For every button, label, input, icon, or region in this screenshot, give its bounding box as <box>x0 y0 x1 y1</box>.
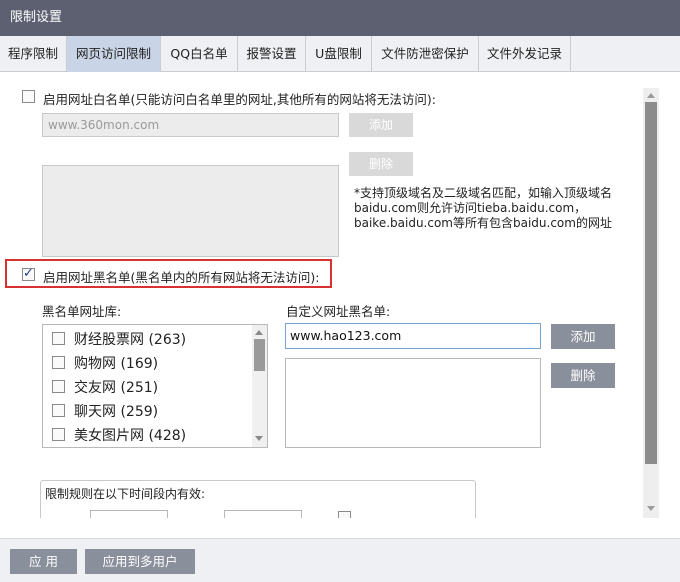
whitelist-delete-button[interactable]: 删除 <box>349 152 413 176</box>
tab-web-access-limit[interactable]: 网页访问限制 <box>67 36 161 72</box>
tab-qq-whitelist[interactable]: QQ白名单 <box>161 36 238 72</box>
apply-button[interactable]: 应 用 <box>10 549 77 574</box>
blacklist-library-list[interactable]: 财经股票网 (263) 购物网 (169) 交友网 (251) 聊天网 (259… <box>42 324 268 448</box>
tab-bar: 程序限制 网页访问限制 QQ白名单 报警设置 U盘限制 文件防泄密保护 文件外发… <box>0 36 680 72</box>
window-title: 限制设置 <box>0 0 680 36</box>
web-access-limit-panel: 启用网址白名单(只能访问白名单里的网址,其他所有的网站将无法访问): www.3… <box>0 72 680 518</box>
whitelist-enable-checkbox[interactable] <box>22 90 35 103</box>
blacklist-enable-checkbox[interactable] <box>22 266 35 281</box>
tab-usb-limit[interactable]: U盘限制 <box>306 36 372 72</box>
list-item-checkbox[interactable] <box>52 404 65 417</box>
list-item-checkbox[interactable] <box>52 380 65 393</box>
start-time-field[interactable] <box>90 510 168 518</box>
list-item-label: 财经股票网 (263) <box>74 332 187 348</box>
library-list-scroll-thumb[interactable] <box>254 339 265 371</box>
tab-alert-settings[interactable]: 报警设置 <box>238 36 306 72</box>
panel-scroll-down-icon[interactable] <box>647 506 655 511</box>
tab-file-leak-protection[interactable]: 文件防泄密保护 <box>372 36 479 72</box>
whitelist-note: *支持顶级域名及二级域名匹配，如输入顶级域名baidu.com则允许访问tieb… <box>354 186 613 230</box>
blacklist-add-button[interactable]: 添加 <box>551 324 615 349</box>
whitelist-add-button[interactable]: 添加 <box>349 113 413 137</box>
scroll-down-icon[interactable] <box>255 436 263 441</box>
list-item-checkbox[interactable] <box>52 356 65 369</box>
custom-blacklist-label: 自定义网址黑名单: <box>286 304 391 319</box>
blacklist-library-label: 黑名单网址库: <box>42 304 122 319</box>
whitelist-url-input[interactable]: www.360mon.com <box>42 113 339 137</box>
list-item-label: 聊天网 (259) <box>74 404 159 420</box>
tab-program-limit[interactable]: 程序限制 <box>0 36 67 72</box>
end-time-field[interactable] <box>224 510 302 518</box>
blacklist-delete-button[interactable]: 删除 <box>551 363 615 388</box>
library-list-scrollbar[interactable] <box>252 325 267 447</box>
panel-scroll-up-icon[interactable] <box>647 93 655 98</box>
whitelist-url-list[interactable] <box>42 165 339 257</box>
list-item-checkbox[interactable] <box>52 428 65 441</box>
blacklist-enable-label: 启用网址黑名单(黑名单内的所有网站将无法访问): <box>43 270 320 285</box>
panel-scrollbar[interactable] <box>643 88 659 518</box>
list-item-label: 美女图片网 (428) <box>74 428 187 444</box>
schedule-label: 限制规则在以下时间段内有效: <box>45 487 206 501</box>
apply-multi-user-button[interactable]: 应用到多用户 <box>85 549 195 574</box>
schedule-option-checkbox[interactable] <box>338 511 351 518</box>
custom-blacklist-list[interactable] <box>285 358 541 448</box>
whitelist-enable-label: 启用网址白名单(只能访问白名单里的网址,其他所有的网站将无法访问): <box>43 92 436 107</box>
scroll-up-icon[interactable] <box>255 330 263 335</box>
list-item-checkbox[interactable] <box>52 332 65 345</box>
custom-blacklist-input[interactable]: www.hao123.com <box>285 323 541 349</box>
panel-scroll-thumb[interactable] <box>645 102 657 464</box>
list-item-label: 购物网 (169) <box>74 356 159 372</box>
list-item-label: 交友网 (251) <box>74 380 159 396</box>
settings-window: 限制设置 程序限制 网页访问限制 QQ白名单 报警设置 U盘限制 文件防泄密保护… <box>0 0 680 582</box>
tab-file-send-log[interactable]: 文件外发记录 <box>479 36 571 72</box>
footer-bar: 应 用 应用到多用户 <box>0 538 680 582</box>
